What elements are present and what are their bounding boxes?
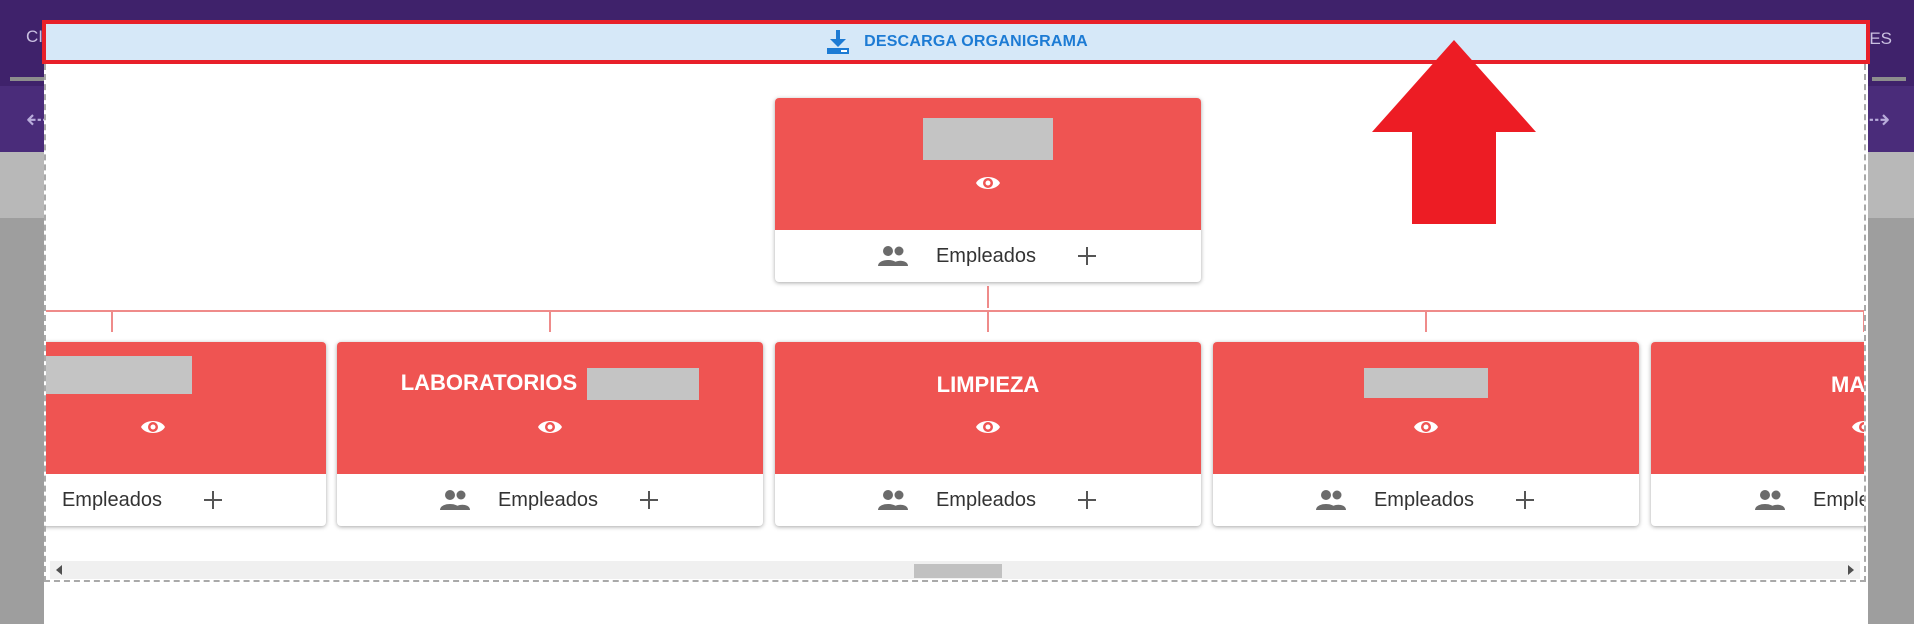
scroll-right-icon[interactable] — [1848, 565, 1854, 575]
org-card-child-2[interactable]: LABORATORIOS Empleados — [337, 342, 763, 526]
horizontal-scrollbar[interactable] — [50, 561, 1860, 579]
employees-label[interactable]: Emple — [1813, 489, 1864, 512]
employees-label[interactable]: Empleados — [936, 245, 1036, 268]
people-icon[interactable] — [439, 489, 470, 511]
redacted-block — [46, 356, 192, 394]
eye-icon[interactable] — [975, 170, 1001, 196]
card-footer: Emple — [1651, 474, 1864, 526]
plus-icon[interactable] — [1076, 245, 1098, 267]
card-title-text: MA — [1831, 372, 1866, 397]
card-header: LIMPIEZA — [775, 342, 1201, 474]
connector-child-4 — [1425, 310, 1427, 332]
card-title — [775, 118, 1201, 160]
employees-label[interactable]: Empleados — [62, 489, 162, 512]
redacted-block — [587, 368, 700, 400]
people-icon[interactable] — [877, 489, 908, 511]
plus-icon[interactable] — [1514, 489, 1536, 511]
employees-label[interactable]: Empleados — [498, 489, 598, 512]
eye-icon[interactable] — [1413, 414, 1439, 440]
employees-label[interactable]: Empleados — [936, 489, 1036, 512]
org-card-child-3[interactable]: LIMPIEZA Empleados — [775, 342, 1201, 526]
plus-icon[interactable] — [638, 489, 660, 511]
download-label: DESCARGA ORGANIGRAMA — [864, 33, 1088, 50]
org-card-child-4[interactable]: Empleados — [1213, 342, 1639, 526]
card-footer: Empleados — [337, 474, 763, 526]
scroll-left-icon[interactable] — [56, 565, 62, 575]
people-icon[interactable] — [1315, 489, 1346, 511]
card-title-text: LABORATORIOS — [400, 369, 578, 395]
card-footer: Empleados — [1213, 474, 1639, 526]
eye-icon[interactable] — [537, 414, 563, 440]
annotation-arrow-icon — [1372, 40, 1536, 224]
card-title — [1213, 368, 1639, 398]
card-footer: Empleados — [775, 230, 1201, 282]
download-org-chart-button[interactable]: DESCARGA ORGANIGRAMA — [42, 20, 1870, 64]
card-title-text: LIMPIEZA — [936, 372, 1040, 397]
arrow-right-icon[interactable]: ⇢ — [1868, 104, 1890, 135]
scrollbar-thumb[interactable] — [914, 564, 1002, 578]
org-card-root[interactable]: Empleados — [775, 98, 1201, 282]
connector-child-5 — [1863, 310, 1864, 332]
tab-indicator-left — [10, 77, 44, 81]
card-title: MA — [1651, 372, 1866, 398]
card-title: LIMPIEZA — [775, 372, 1201, 398]
org-chart-viewport[interactable]: Empleados Empleados LABORATORIOS Emplead… — [44, 64, 1866, 582]
card-title — [46, 356, 326, 394]
download-icon — [827, 30, 850, 54]
card-header: LABORATORIOS — [337, 342, 763, 474]
card-header: MA — [1651, 342, 1866, 474]
card-title: LABORATORIOS — [337, 368, 763, 400]
connector-child-2 — [549, 310, 551, 332]
card-header — [775, 98, 1201, 230]
redacted-block — [1364, 368, 1488, 398]
tab-indicator-right — [1872, 77, 1906, 81]
eye-icon[interactable] — [140, 414, 166, 440]
connector-root — [987, 286, 989, 308]
connector-horizontal — [46, 310, 1864, 312]
eye-icon[interactable] — [1851, 414, 1866, 440]
redacted-block — [923, 118, 1053, 160]
card-header — [46, 342, 326, 474]
plus-icon[interactable] — [1076, 489, 1098, 511]
connector-child-3 — [987, 310, 989, 332]
org-card-child-5[interactable]: MA Emple — [1651, 342, 1866, 526]
eye-icon[interactable] — [975, 414, 1001, 440]
connector-child-1 — [111, 310, 113, 332]
people-icon[interactable] — [877, 245, 908, 267]
card-header — [1213, 342, 1639, 474]
people-icon[interactable] — [1755, 489, 1785, 511]
org-card-child-1[interactable]: Empleados — [46, 342, 326, 526]
tab-left-partial[interactable]: CI — [26, 27, 43, 47]
plus-icon[interactable] — [202, 489, 224, 511]
card-footer: Empleados — [46, 474, 326, 526]
employees-label[interactable]: Empleados — [1374, 489, 1474, 512]
card-footer: Empleados — [775, 474, 1201, 526]
